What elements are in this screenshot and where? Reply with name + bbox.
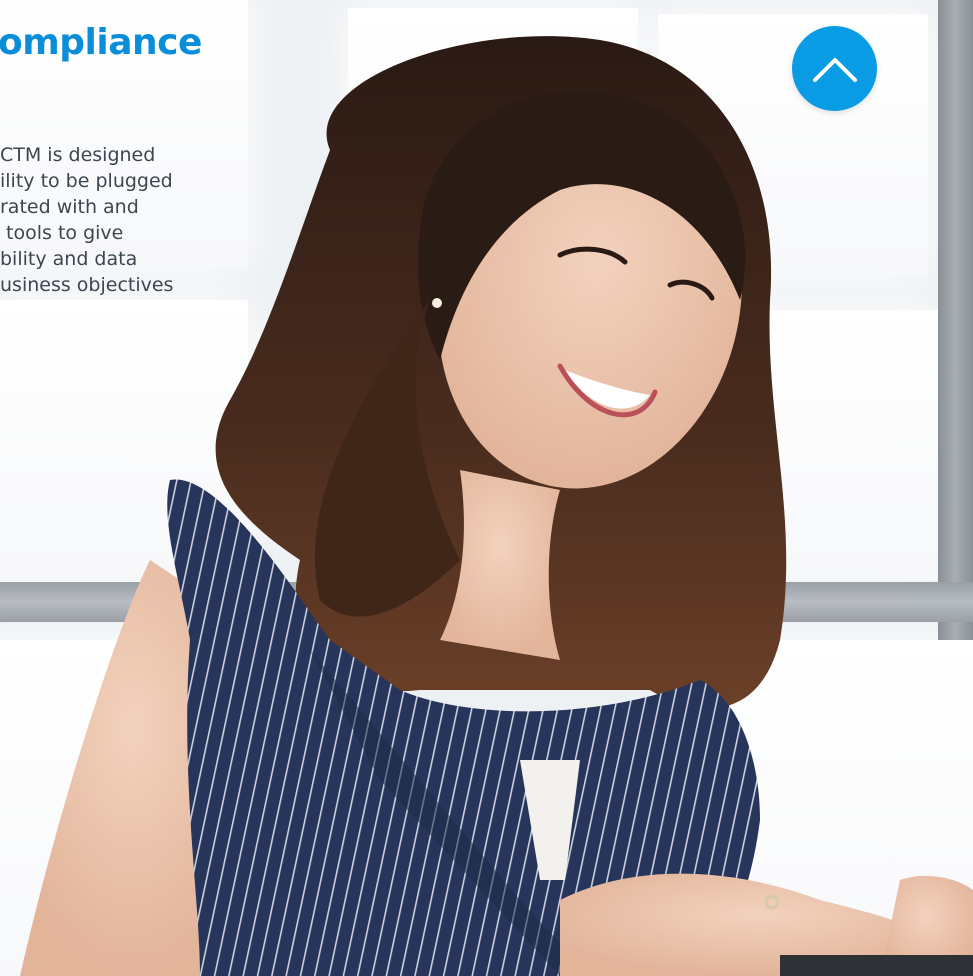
description-line: usiness objectives [0,274,174,296]
description-line: rated with and [0,196,139,218]
description-line: tools to give [0,222,124,244]
section-description: CTM is designed ility to be plugged rate… [0,142,240,298]
chevron-up-icon [812,57,857,82]
description-line: bility and data [0,248,138,270]
description-line: ility to be plugged [0,170,173,192]
hero-section: ompliance CTM is designed ility to be pl… [0,0,973,976]
scroll-to-top-button[interactable] [792,26,877,111]
description-line: CTM is designed [0,144,156,166]
section-title: ompliance [0,22,202,63]
